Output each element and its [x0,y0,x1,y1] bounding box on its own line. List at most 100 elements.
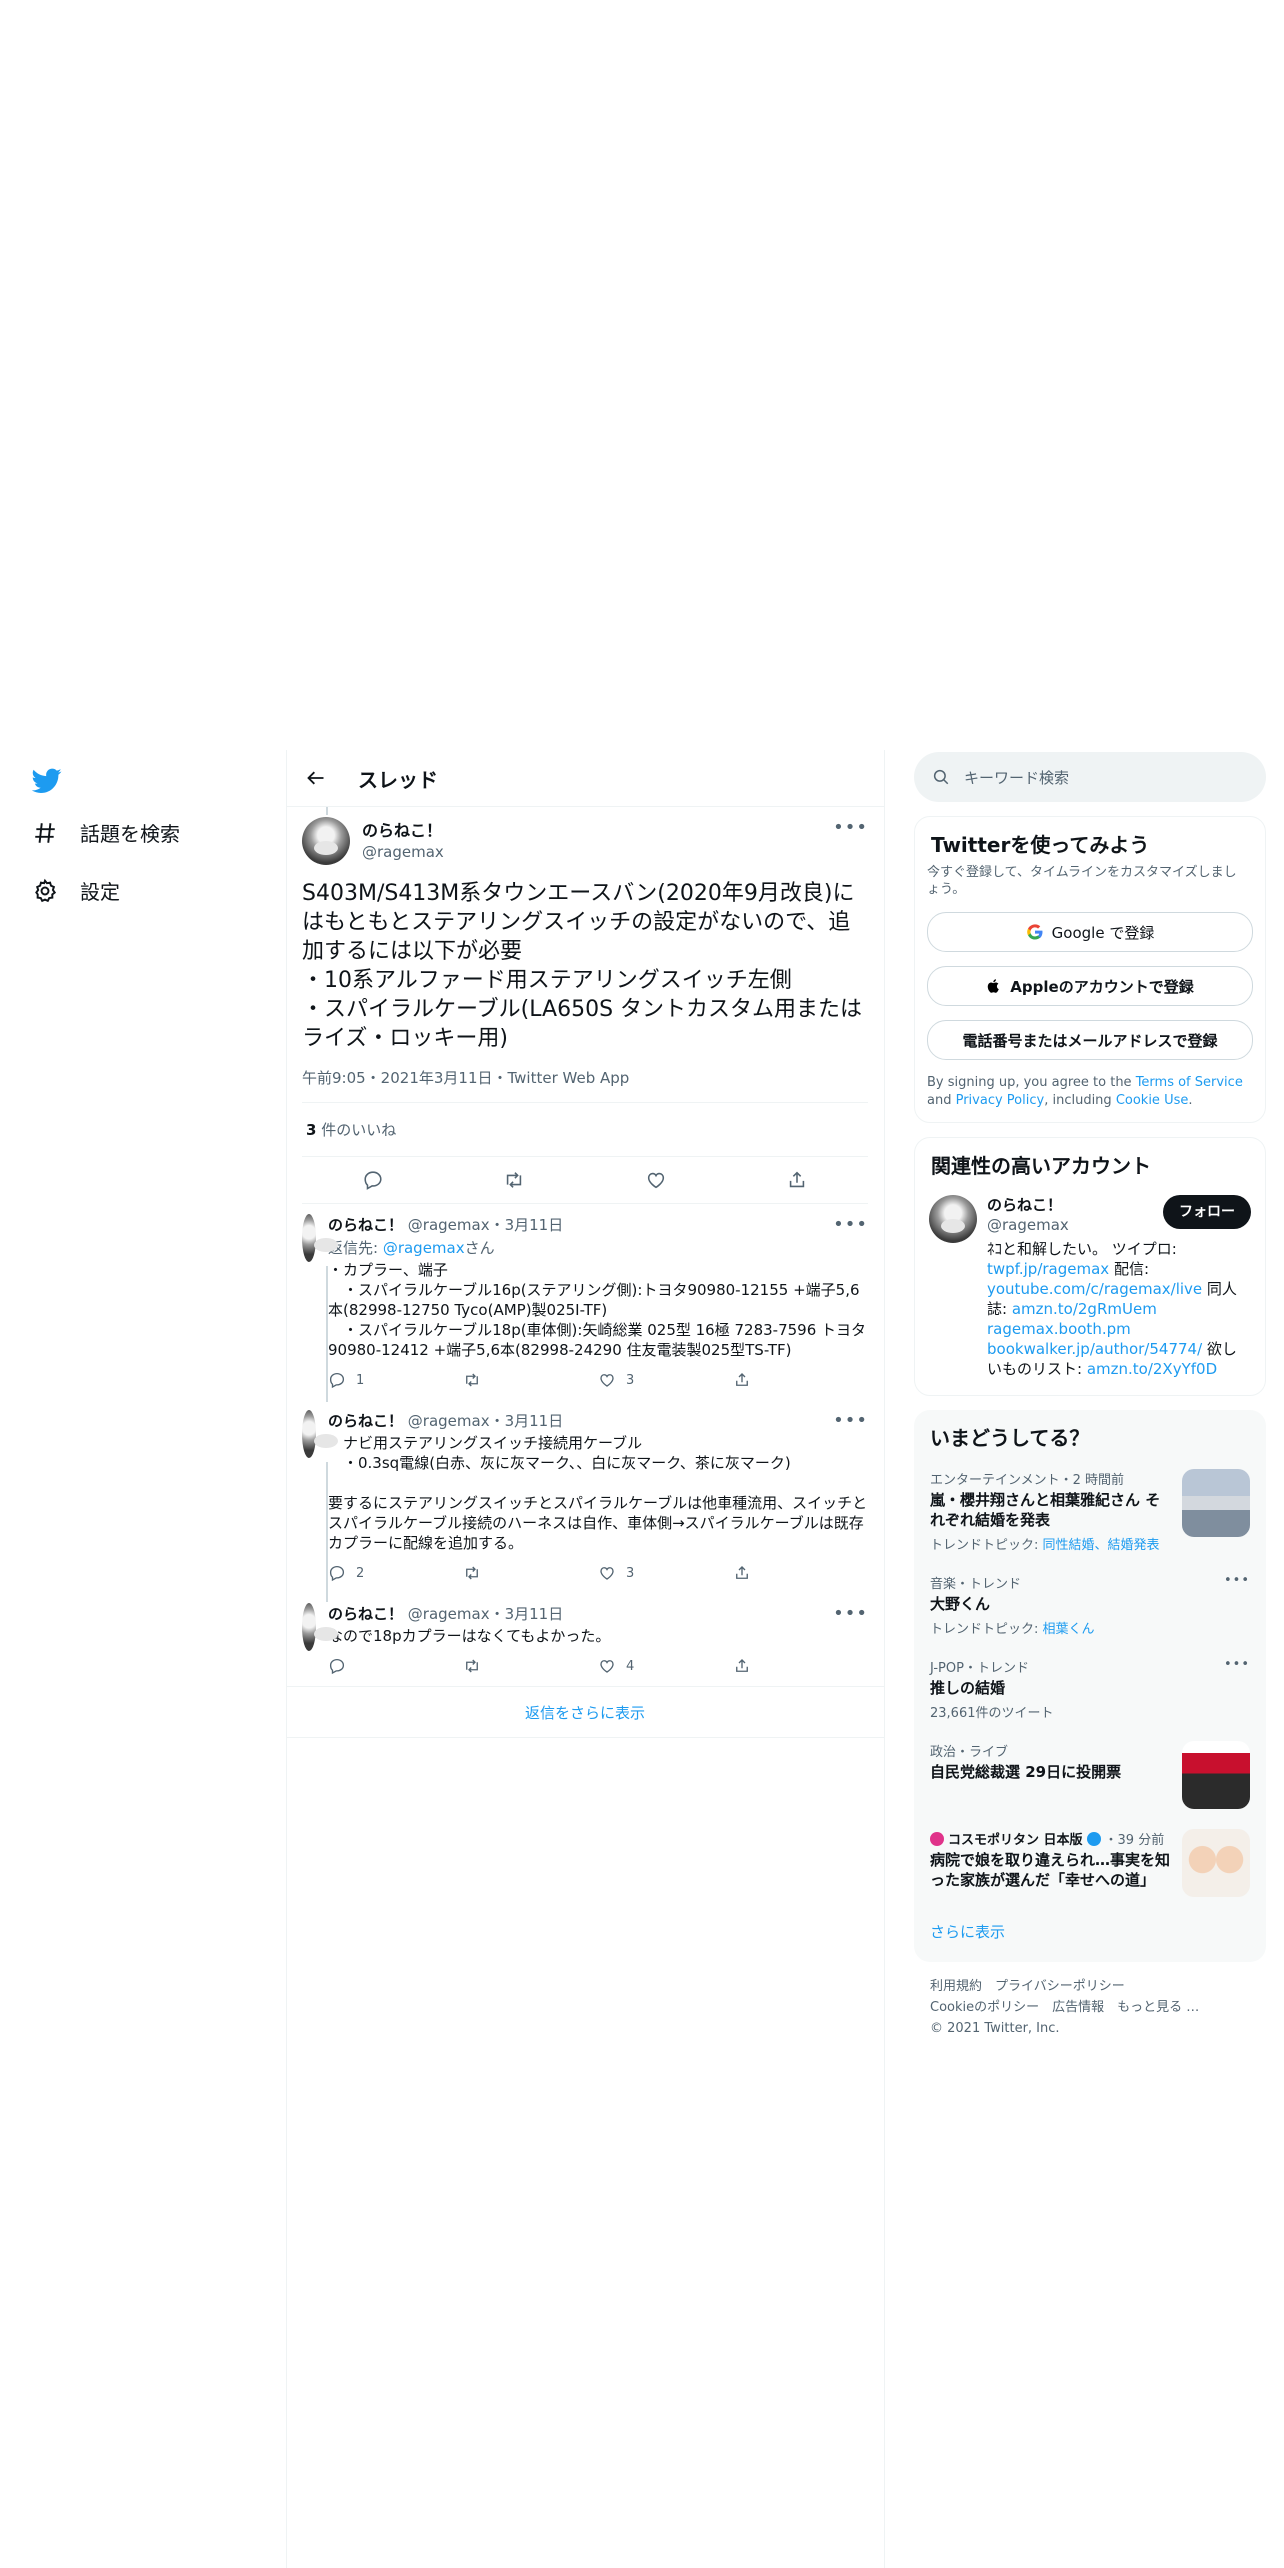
author-name[interactable]: のらねこ！ [328,1216,403,1234]
reply-to-link[interactable]: @ragemax [383,1239,465,1257]
author-handle[interactable]: @ragemax [408,1412,490,1430]
trend-item[interactable]: 音楽・トレンド 大野くん トレンドトピック: 相葉くん ••• [914,1563,1266,1647]
reply-tweet[interactable]: のらねこ！ @ragemax・3月11日 ••• ・ナビ用ステアリングスイッチ接… [286,1400,884,1602]
reply-tweet[interactable]: のらねこ！ @ragemax・3月11日 ••• 返信先: @ragemaxさん… [286,1204,884,1402]
trend-name: 嵐・櫻井翔さんと相葉雅紀さん それぞれ結婚を発表 [930,1491,1161,1529]
author-handle[interactable]: @ragemax [408,1216,490,1234]
trend-name: 大野くん [930,1595,991,1613]
tos-text-1: By signing up, you agree to the [927,1075,1136,1090]
trend-topic-link[interactable]: 相葉くん [1043,1622,1095,1637]
retweet-action[interactable] [463,1657,598,1675]
search-input[interactable]: キーワード検索 [964,767,1069,788]
bio-link[interactable]: bookwalker.jp/author/54774/ [987,1340,1202,1358]
bio-link[interactable]: amzn.to/2XyYf0D [1087,1360,1217,1378]
author-name[interactable]: のらねこ！ [328,1412,403,1430]
avatar[interactable] [302,817,350,865]
related-account[interactable]: のらねこ！ @ragemax フォロー ﾈｺと和解したい。 ツイプロ: twpf… [915,1179,1265,1395]
reply-icon [329,1372,345,1389]
left-sidebar: 話題を検索 設定 [0,750,287,2568]
bio-link[interactable]: amzn.to/2gRmUem [1012,1300,1157,1318]
reply-tweet[interactable]: のらねこ！ @ragemax・3月11日 ••• なので18pカプラーはなくても… [286,1593,884,1686]
tweet-date[interactable]: ・3月11日 [490,1605,564,1623]
trend-item[interactable]: コスモポリタン 日本版 ・39 分前 病院で娘を取り違えられ…事実を知った家族が選… [914,1819,1266,1907]
reply-to-suffix: さん [464,1239,495,1257]
trend-category: J-POP・トレンド [930,1661,1029,1676]
like-count: 3 [626,1372,635,1388]
author-name[interactable]: のらねこ！ [328,1605,403,1623]
like-action[interactable]: 4 [598,1657,733,1675]
share-action[interactable] [733,1564,868,1582]
like-count: 4 [626,1658,635,1674]
share-icon[interactable] [786,1169,808,1191]
more-options-icon[interactable]: ••• [833,817,868,838]
related-accounts-card: 関連性の高いアカウント のらねこ！ @ragemax フォロー ﾈｺと和解したい… [914,1137,1266,1396]
account-handle[interactable]: @ragemax [987,1215,1069,1235]
tweet-date[interactable]: ・3月11日 [490,1216,564,1234]
likes-summary[interactable]: 3 件のいいね [302,1103,868,1157]
avatar[interactable] [302,1410,338,1458]
account-name[interactable]: のらねこ！ [987,1195,1069,1215]
avatar[interactable] [302,1214,338,1262]
show-more-replies-link[interactable]: 返信をさらに表示 [286,1686,884,1738]
nav-explore[interactable]: 話題を検索 [32,818,180,847]
more-options-icon[interactable]: ••• [1224,1573,1250,1637]
like-action[interactable]: 3 [598,1371,733,1389]
trend-item[interactable]: J-POP・トレンド 推しの結婚 23,661件のツイート ••• [914,1647,1266,1731]
avatar[interactable] [302,1603,338,1651]
publisher-name: コスモポリタン 日本版 [948,1833,1083,1848]
reply-action[interactable] [328,1657,463,1675]
avatar[interactable] [929,1195,977,1243]
author-name[interactable]: のらねこ！ [362,817,833,841]
tweet-date[interactable]: ・3月11日 [490,1412,564,1430]
more-options-icon[interactable]: ••• [833,1214,868,1235]
retweet-icon[interactable] [503,1169,525,1191]
like-icon[interactable] [645,1169,667,1191]
footer-links-2[interactable]: Cookieのポリシー 広告情報 もっと見る … [930,1997,1250,2018]
reply-icon[interactable] [362,1169,384,1191]
search-box[interactable]: キーワード検索 [914,752,1266,802]
trend-topic-link[interactable]: 同性結婚、結婚発表 [1043,1538,1160,1553]
retweet-action[interactable] [463,1564,598,1582]
terms-link[interactable]: Terms of Service [1136,1075,1243,1090]
trends-card: いまどうしてる？ エンターテインメント・2 時間前 嵐・櫻井翔さんと相葉雅紀さん… [914,1410,1266,1962]
twitter-logo-icon[interactable] [32,768,62,794]
search-icon [932,768,950,786]
bio-text-1: ﾈｺと和解したい。 ツイプロ: [987,1240,1177,1258]
tweet-actions: 4 [328,1646,868,1686]
tweet-text: なので18pカプラーはなくてもよかった。 [328,1627,611,1645]
more-options-icon[interactable]: ••• [1224,1657,1250,1721]
author-handle[interactable]: @ragemax [408,1605,490,1623]
focused-tweet: のらねこ！ @ragemax ••• S403M/S413M系タウンエースバン(… [286,807,884,1204]
show-more-trends-link[interactable]: さらに表示 [914,1907,1266,1962]
bio-link[interactable]: ragemax.booth.pm [987,1320,1131,1338]
reply-action[interactable]: 1 [328,1371,463,1389]
tweet-timestamp[interactable]: 午前9:05・2021年3月11日・Twitter Web App [302,1067,868,1103]
apple-signup-button[interactable]: Appleのアカウントで登録 [927,966,1253,1006]
share-action[interactable] [733,1657,868,1675]
trend-item[interactable]: 政治・ライブ 自民党総裁選 29日に投開票 [914,1731,1266,1819]
tweet-text: ・カプラー、端子 ・スパイラルケーブル16p(ステアリング側):トヨタ90980… [328,1261,867,1359]
author-handle[interactable]: @ragemax [362,843,833,861]
retweet-action[interactable] [463,1371,598,1389]
trend-category: 政治・ライブ [930,1745,1009,1760]
more-options-icon[interactable]: ••• [833,1603,868,1624]
bio-link[interactable]: twpf.jp/ragemax [987,1260,1109,1278]
nav-settings[interactable]: 設定 [32,876,120,905]
cookie-link[interactable]: Cookie Use [1116,1093,1189,1108]
follow-button[interactable]: フォロー [1163,1195,1251,1229]
trend-item[interactable]: エンターテインメント・2 時間前 嵐・櫻井翔さんと相葉雅紀さん それぞれ結婚を発… [914,1459,1266,1563]
tweet-actions [302,1157,868,1204]
phone-email-signup-button[interactable]: 電話番号またはメールアドレスで登録 [927,1020,1253,1060]
like-action[interactable]: 3 [598,1564,733,1582]
reply-action[interactable]: 2 [328,1564,463,1582]
nav-explore-label: 話題を検索 [80,822,180,846]
privacy-link[interactable]: Privacy Policy [956,1093,1045,1108]
back-arrow-icon[interactable] [296,768,336,788]
trend-thumbnail [1182,1469,1250,1537]
tweet-text: S403M/S413M系タウンエースバン(2020年9月改良)にはもともとステア… [302,881,863,1051]
bio-link[interactable]: youtube.com/c/ragemax/live [987,1280,1202,1298]
google-signup-button[interactable]: Google で登録 [927,912,1253,952]
share-action[interactable] [733,1371,868,1389]
more-options-icon[interactable]: ••• [833,1410,868,1431]
footer-links-1[interactable]: 利用規約 プライバシーポリシー [930,1976,1250,1997]
